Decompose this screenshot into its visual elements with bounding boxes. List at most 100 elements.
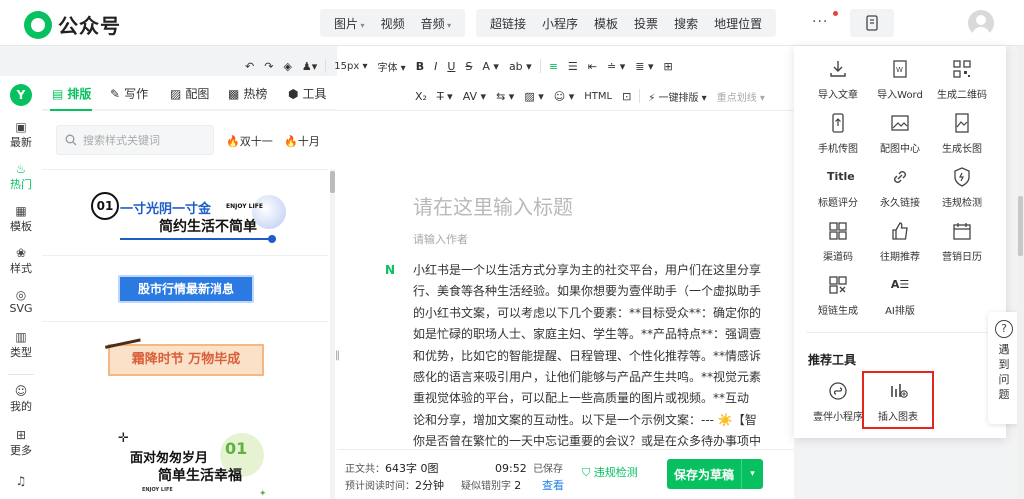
style-template-4[interactable]: ✛ 面对匆匆岁月 01 简单生活幸福 ENJOY LIFE ✦ [42,429,328,499]
image-center-icon [889,112,911,134]
tool-marketing-calendar[interactable]: 营销日历 [932,220,992,263]
insert-search[interactable]: 搜索 [666,15,706,32]
tool-long-image[interactable]: 生成长图 [932,112,992,155]
indent-icon[interactable]: ⇤ [583,60,602,73]
format-painter-icon[interactable]: ♟▾ [297,60,322,73]
phone-preview-button[interactable] [850,9,894,37]
insert-location[interactable]: 地理位置 [706,15,770,32]
tool-mini-program[interactable]: 壹伴小程序 [808,380,868,423]
save-draft-button[interactable]: 保存为草稿 ▾ [667,459,763,489]
view-typos-link[interactable]: 查看 [542,477,564,493]
violation-check-button[interactable]: ⛉ 违规检测 [582,464,638,480]
short-link-icon [827,274,849,296]
emoji-select[interactable]: ☺ ▾ [549,90,580,103]
tool-channel-code[interactable]: 渠道码 [808,220,868,263]
align-left-icon[interactable]: ≡ [544,60,563,73]
ai-assistant-icon[interactable]: N [385,263,395,277]
line-height-select[interactable]: ≐ ▾ [602,60,630,73]
html-button[interactable]: HTML [579,91,617,102]
key-underline-select[interactable]: 重点划线 ▾ [712,89,770,104]
nav-hot[interactable]: ♨ 热门 [0,162,42,192]
panel-scroll-thumb[interactable] [330,171,335,193]
nav-style[interactable]: ❀ 样式 [0,246,42,276]
tool-violation-check[interactable]: 违规检测 [932,166,992,209]
strike-style-select[interactable]: T̶ ▾ [432,90,458,103]
table-icon[interactable]: ⊞ [659,60,678,73]
nav-type[interactable]: ▥ 类型 [0,330,42,360]
underline-button[interactable]: U [442,60,460,73]
insert-mini-program[interactable]: 小程序 [534,15,586,32]
insert-template[interactable]: 模板 [586,15,626,32]
tool-past-recommend[interactable]: 往期推荐 [870,220,930,263]
paragraph-spacing-select[interactable]: ≣ ▾ [630,60,658,73]
nav-svg[interactable]: ◎ SVG [0,288,42,315]
tool-import-article[interactable]: 导入文章 [808,58,868,101]
qrcode-icon [951,58,973,80]
page-scrollbar[interactable] [1017,46,1024,499]
tool-qrcode[interactable]: 生成二维码 [932,58,992,101]
article-editor[interactable]: 请在这里输入标题 请输入作者 N 小红书是一个以生活方式分享为主的社交平台，用户… [337,111,794,449]
tool-image-center[interactable]: 配图中心 [870,112,930,155]
tool-ai-layout[interactable]: A☰ AI排版 [870,274,930,317]
insert-video-menu[interactable]: 视频 [373,15,413,32]
hot-tag-october[interactable]: 🔥十月 [284,133,320,149]
tool-import-word[interactable]: W 导入Word [870,58,930,101]
bold-button[interactable]: B [411,60,429,73]
chevron-down-icon[interactable]: ▾ [741,459,763,489]
style-search-input[interactable] [83,133,209,147]
toolbox-icon[interactable]: ⊡ [617,90,636,103]
body-line: 和优势，比如它的智能提醒、日程管理、个性化推荐等。**情感诉 [413,348,762,363]
align-center-icon[interactable]: ☰ [563,60,583,73]
insert-vote[interactable]: 投票 [626,15,666,32]
author-input[interactable]: 请输入作者 [413,231,468,247]
clear-format-icon[interactable]: ◈ [278,60,296,73]
tool-phone-upload[interactable]: 手机传图 [808,112,868,155]
highlight-color-select[interactable]: ab ▾ [504,60,537,73]
panel-scrollbar[interactable] [330,169,335,499]
title-score-icon: Title [827,170,855,183]
phone-preview-icon [866,15,878,31]
style-search[interactable] [56,125,214,155]
redo-icon[interactable]: ↷ [259,60,278,73]
direction-select[interactable]: ⇆ ▾ [491,90,519,103]
tool-short-link[interactable]: 短链生成 [808,274,868,317]
tool-permanent-link[interactable]: 永久链接 [870,166,930,209]
more-menu-button[interactable]: ··· [812,14,828,30]
insert-image-select[interactable]: ▨ ▾ [519,90,548,103]
style-template-1[interactable]: 01 一寸光阴一寸金 ENJOY LIFE 简约生活不简单 [42,169,328,255]
style-template-3[interactable]: 霜降时节 万物毕成 [42,321,328,397]
insert-image-menu[interactable]: 图片 [326,15,373,32]
one-click-layout-select[interactable]: ⚡ 一键排版 ▾ [643,89,711,104]
letter-spacing-select[interactable]: AV ▾ [458,90,491,103]
nav-latest[interactable]: ▣ 最新 [0,120,42,150]
tab-image[interactable]: ▨ 配图 [170,85,209,102]
nav-template[interactable]: ▦ 模板 [0,204,42,234]
font-color-select[interactable]: A ▾ [477,60,504,73]
app-logo[interactable]: 公众号 [24,10,121,39]
tab-hot-list[interactable]: ▩ 热榜 [228,85,267,102]
tool-title-score[interactable]: Title 标题评分 [808,166,868,209]
article-body[interactable]: 小红书是一个以生活方式分享为主的社交平台，用户们在这里分享 行、美食等各种生活经… [413,260,794,449]
strikethrough-button[interactable]: S [460,60,477,73]
title-input[interactable]: 请在这里输入标题 [413,191,573,220]
brand-icon[interactable]: Y [10,84,32,106]
tab-tools[interactable]: ⬢ 工具 [288,85,327,102]
tab-writing[interactable]: ✎ 写作 [110,85,148,102]
font-family-select[interactable]: 字体 ▾ [373,59,411,74]
italic-button[interactable]: I [429,60,442,73]
nav-more[interactable]: ⊞ 更多 [0,428,42,458]
insert-audio-menu[interactable]: 音频 [413,15,460,32]
recommended-tools-title: 推荐工具 [808,353,857,367]
nav-support[interactable]: ♫ [0,474,42,488]
hot-tag-double11[interactable]: 🔥双十一 [226,133,273,149]
insert-hyperlink[interactable]: 超链接 [482,15,534,32]
style-template-2[interactable]: 股市行情最新消息 [42,255,328,321]
font-size-select[interactable]: 15px ▾ [329,61,372,72]
user-avatar[interactable] [968,10,994,36]
help-widget[interactable]: ? 遇到问题 [988,312,1020,424]
nav-mine[interactable]: ☺ 我的 [0,384,42,414]
tab-layout[interactable]: ▤ 排版 [49,85,93,111]
panel-resize-handle[interactable]: ‖ [335,350,340,361]
undo-icon[interactable]: ↶ [240,60,259,73]
subscript-button[interactable]: X₂ [410,90,432,103]
